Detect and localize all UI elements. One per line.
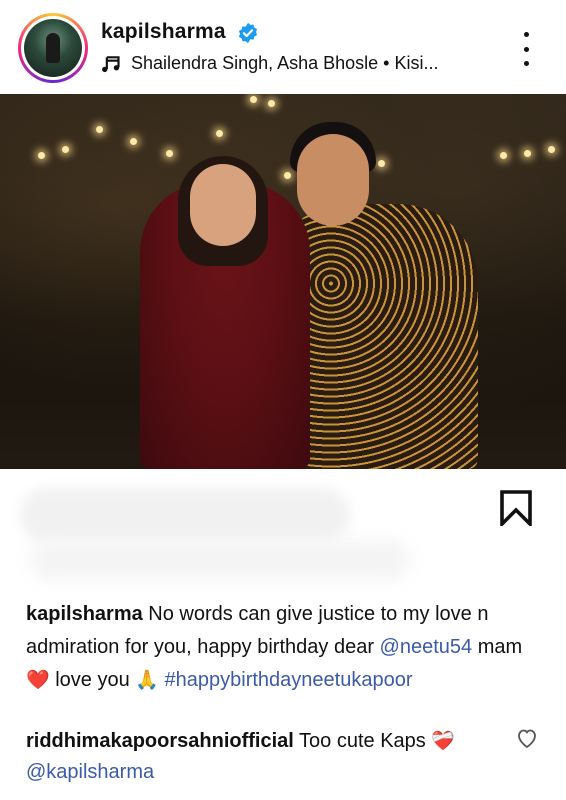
string-light [378,160,385,167]
post-photo[interactable] [0,94,566,469]
string-light [250,96,257,103]
folded-hands-emoji: 🙏 [135,669,159,691]
song-title: Shailendra Singh, Asha Bhosle • Kisi... [131,53,439,73]
avatar-image [24,19,82,77]
caption-mention[interactable]: @neetu54 [380,636,473,658]
comment-item: riddhimakapoorsahniofficial Too cute Kap… [26,726,512,788]
woman-face [190,164,256,246]
mending-heart-emoji: ❤️‍🩹 [431,730,456,752]
string-light [62,146,69,153]
string-light [268,100,275,107]
heart-outline-icon[interactable] [515,726,539,750]
string-light [216,130,223,137]
verified-badge-icon [238,22,258,44]
string-light [38,152,45,159]
post-username[interactable]: kapilsharma [101,20,226,44]
profile-avatar[interactable] [18,13,88,83]
caption-text-3: love you [55,669,130,691]
caption-username[interactable]: kapilsharma [26,603,143,625]
string-light [130,138,137,145]
caption-text-2: mam [477,636,523,658]
string-light [96,126,103,133]
string-light [524,150,531,157]
comment-text: Too cute Kaps [299,730,426,752]
more-options-icon[interactable] [518,32,534,66]
comment-username[interactable]: riddhimakapoorsahniofficial [26,730,294,752]
post-header: kapilsharma Shailendra Singh, Asha Bhosl… [0,0,566,94]
red-heart-emoji: ❤️ [26,669,50,691]
string-light [284,172,291,179]
bookmark-icon[interactable] [498,490,534,526]
audio-track[interactable]: Shailendra Singh, Asha Bhosle • Kisi... [101,53,439,74]
string-light [500,152,507,159]
caption-hashtag[interactable]: #happybirthdayneetukapoor [165,669,413,691]
redacted-action-area [0,470,470,600]
post-caption: kapilsharma No words can give justice to… [26,598,546,697]
comment-mention[interactable]: @kapilsharma [26,761,154,783]
string-light [548,146,555,153]
string-light [166,150,173,157]
music-note-icon [102,55,120,72]
man-face [297,134,369,226]
